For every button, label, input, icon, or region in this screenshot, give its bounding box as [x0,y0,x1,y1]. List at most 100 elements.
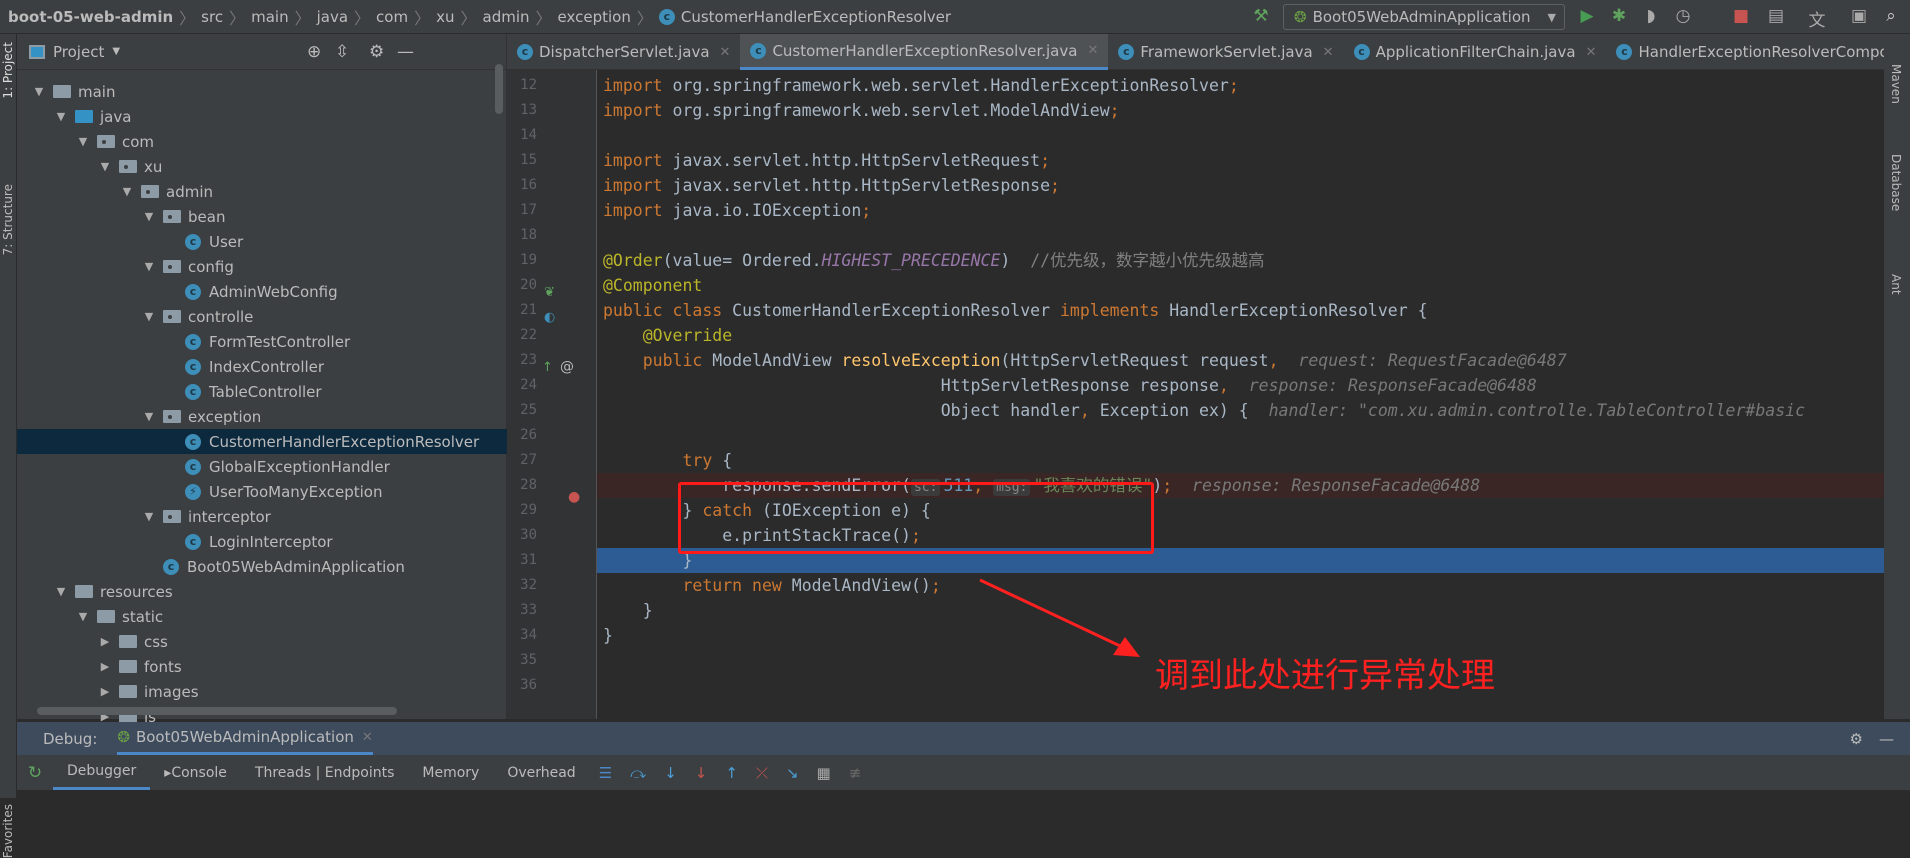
debugger-tab[interactable]: Memory [408,755,493,790]
breadcrumb-item[interactable]: admin [483,8,530,26]
locate-icon[interactable]: ⊕ [307,42,321,62]
run-to-cursor-icon[interactable]: ↘ [786,764,799,782]
close-icon[interactable]: ✕ [1323,45,1334,60]
chevron-right-icon[interactable]: ▶ [97,660,113,673]
debugger-tab[interactable]: Debugger [53,755,151,790]
structure-tool-tab[interactable]: 7: Structure [1,184,15,255]
tree-item[interactable]: ▼ static [17,604,507,629]
close-icon[interactable]: ✕ [362,730,373,745]
minimize-icon[interactable]: — [1879,730,1894,748]
breadcrumb-item[interactable]: src [201,8,223,26]
close-icon[interactable]: ✕ [1087,43,1098,58]
implementing-icon[interactable]: ◐ [544,310,555,325]
breadcrumb-item[interactable]: xu [436,8,454,26]
tree-horizontal-scrollbar[interactable] [37,707,397,715]
tree-vertical-scrollbar[interactable] [495,64,503,114]
chevron-right-icon[interactable]: ▶ [97,635,113,648]
code-line[interactable]: return new ModelAndView(); [597,573,1884,598]
project-view-select[interactable]: Project [53,43,104,61]
code-line[interactable]: import org.springframework.web.servlet.H… [597,73,1884,98]
ant-tool-tab[interactable]: Ant [1889,274,1903,295]
code-line[interactable]: Object handler, Exception ex) { handler:… [597,398,1884,423]
tree-item[interactable]: ▶ fonts [17,654,507,679]
drop-frame-icon[interactable]: ⤫ [756,764,768,782]
favorites-tool-tab[interactable]: Favorites [1,804,15,858]
editor-tab[interactable]: c HandlerExceptionResolverCompo [1606,34,1898,70]
tree-item[interactable]: ▼ bean [17,204,507,229]
breadcrumb-item[interactable]: boot-05-web-admin [8,8,173,26]
tree-item[interactable]: ▼ interceptor [17,504,507,529]
terminal-icon[interactable]: ▣ [1848,6,1870,26]
code-line[interactable]: @Override [597,323,1884,348]
tree-item[interactable]: ▼ com [17,129,507,154]
coverage-icon[interactable]: ◗ [1640,6,1662,26]
editor-tab[interactable]: c DispatcherServlet.java ✕ [507,34,740,70]
tree-item[interactable]: ▼ admin [17,179,507,204]
debugger-tab[interactable]: Threads | Endpoints [241,755,408,790]
overrides-icon[interactable]: ↑ [542,360,553,375]
minimize-icon[interactable]: — [397,42,414,62]
editor-tab[interactable]: c ApplicationFilterChain.java ✕ [1344,34,1607,70]
breakpoint-icon[interactable]: ● [568,489,580,505]
code-line[interactable]: import org.springframework.web.servlet.M… [597,98,1884,123]
chevron-down-icon[interactable]: ▼ [53,110,69,123]
breadcrumb-item[interactable]: com [376,8,408,26]
tree-item[interactable]: ▼ exception [17,404,507,429]
search-icon[interactable]: ⌕ [1880,6,1902,26]
chevron-down-icon[interactable]: ▼ [75,610,91,623]
tree-item[interactable]: c CustomerHandlerExceptionResolver [17,429,507,454]
tree-item[interactable]: ▼ main [17,79,507,104]
gear-icon[interactable]: ⚙ [1850,730,1863,748]
code-line[interactable]: public class CustomerHandlerExceptionRes… [597,298,1884,323]
rerun-icon[interactable]: ↻ [17,763,53,783]
trace-icon[interactable]: ≢ [849,764,862,782]
chevron-right-icon[interactable]: ▶ [97,685,113,698]
tree-item[interactable]: ▼ java [17,104,507,129]
tree-item[interactable]: ▶ css [17,629,507,654]
chevron-down-icon[interactable]: ▼ [141,310,157,323]
code-line[interactable]: HttpServletResponse response, response: … [597,373,1884,398]
translate-icon[interactable]: 文 [1806,6,1828,31]
gear-icon[interactable]: ⚙ [369,42,384,62]
chevron-down-icon[interactable]: ▼ [75,135,91,148]
tree-item[interactable]: c TableController [17,379,507,404]
chevron-down-icon[interactable]: ▼ [53,585,69,598]
chevron-down-icon[interactable]: ▼ [141,410,157,423]
tree-item[interactable]: ▼ resources [17,579,507,604]
code-line[interactable] [597,123,1884,148]
editor-tab[interactable]: c FrameworkServlet.java ✕ [1108,34,1343,70]
chevron-down-icon[interactable]: ▼ [31,85,47,98]
code-line[interactable]: } [597,598,1884,623]
chevron-down-icon[interactable]: ▼ [97,160,113,173]
step-out-icon[interactable]: ↑ [725,764,738,782]
build-hammer-icon[interactable]: ⚒ [1250,6,1272,26]
tree-item[interactable]: ▼ controlle [17,304,507,329]
profile-icon[interactable]: ◷ [1672,6,1694,26]
tree-item[interactable]: ▼ config [17,254,507,279]
tree-item[interactable]: c GlobalExceptionHandler [17,454,507,479]
code-line[interactable]: import javax.servlet.http.HttpServletRes… [597,173,1884,198]
stop-icon[interactable]: ■ [1730,6,1752,26]
editor-tab[interactable]: c CustomerHandlerExceptionResolver.java ✕ [740,34,1109,70]
chevron-down-icon[interactable]: ▼ [141,210,157,223]
spring-bean-icon[interactable]: ❦ [544,285,555,300]
close-icon[interactable]: ✕ [1586,45,1597,60]
force-step-into-icon[interactable]: ↓ [695,764,708,782]
chevron-down-icon[interactable]: ▼ [141,260,157,273]
code-line[interactable]: public ModelAndView resolveException(Htt… [597,348,1884,373]
chevron-down-icon[interactable]: ▼ [112,46,120,57]
collapse-all-icon[interactable]: ⇳ [335,42,349,62]
debugger-tab[interactable]: Overhead [493,755,589,790]
run-icon[interactable]: ▶ [1576,6,1598,26]
tree-item[interactable]: ▶ images [17,679,507,704]
project-tool-tab[interactable]: 1: Project [1,42,15,99]
code-line[interactable] [597,223,1884,248]
tree-item[interactable]: c LoginInterceptor [17,529,507,554]
tree-item[interactable]: ⚡ UserTooManyException [17,479,507,504]
debug-icon[interactable]: ✱ [1608,6,1630,26]
maven-tool-tab[interactable]: Maven [1889,64,1903,104]
code-line[interactable]: @Order(value= Ordered.HIGHEST_PRECEDENCE… [597,248,1884,273]
evaluate-expression-icon[interactable]: ▦ [817,764,831,782]
chevron-down-icon[interactable]: ▼ [141,510,157,523]
debug-session-tab[interactable]: ❂ Boot05WebAdminApplication ✕ [117,722,373,755]
